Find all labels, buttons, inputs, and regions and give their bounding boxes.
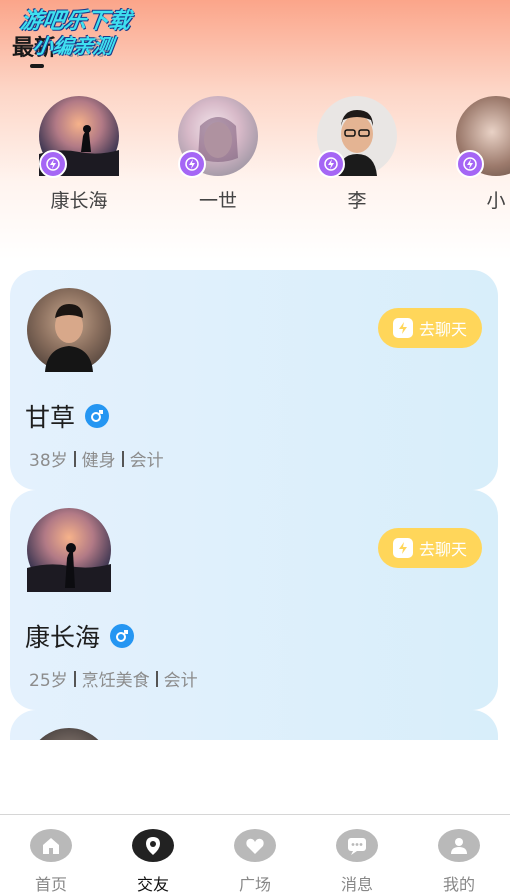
avatar xyxy=(178,96,258,178)
user-card[interactable] xyxy=(10,710,498,740)
recent-user[interactable]: 小 xyxy=(446,96,510,213)
avatar xyxy=(317,96,397,178)
chat-button-label: 去聊天 xyxy=(418,320,467,339)
card-tags: 25岁 烹饪美食 会计 xyxy=(29,666,198,691)
nav-friends[interactable]: 交友 xyxy=(102,815,204,895)
user-icon xyxy=(438,829,480,862)
recent-user-name: 一世 xyxy=(198,190,237,212)
location-pin-icon xyxy=(132,829,174,862)
card-user-name: 甘草 xyxy=(25,403,76,432)
chat-button-label: 去聊天 xyxy=(418,540,467,559)
divider xyxy=(155,670,158,687)
nav-label: 交友 xyxy=(136,875,169,894)
watermark-line1: 游吧乐下载 xyxy=(18,9,133,34)
chat-button[interactable]: 去聊天 xyxy=(378,528,482,568)
user-card[interactable]: 去聊天 康长海 25岁 烹饪美食 会计 xyxy=(10,490,498,710)
nav-square[interactable]: 广场 xyxy=(204,815,306,895)
card-tags: 38岁 健身 会计 xyxy=(29,446,164,471)
recent-users-row: 康长海 一世 李 小 xyxy=(0,96,510,226)
lightning-icon xyxy=(317,150,345,178)
age-tag: 25岁 xyxy=(29,671,68,691)
avatar xyxy=(27,288,111,372)
hobby-tag: 健身 xyxy=(81,451,116,471)
chat-button[interactable]: 去聊天 xyxy=(378,308,482,348)
watermark-logo: 游吧乐下载 小编亲测 xyxy=(14,9,154,68)
male-icon xyxy=(85,404,110,428)
divider xyxy=(121,450,124,467)
lightning-icon xyxy=(392,318,413,338)
male-icon xyxy=(110,624,135,648)
nav-home[interactable]: 首页 xyxy=(0,815,102,895)
nav-label: 消息 xyxy=(340,875,373,894)
watermark-line2: 小编亲测 xyxy=(31,34,115,58)
avatar xyxy=(27,508,111,592)
age-tag: 38岁 xyxy=(29,451,68,471)
avatar xyxy=(27,728,111,740)
recent-user-name: 康长海 xyxy=(50,190,108,212)
divider xyxy=(73,450,76,467)
recent-user[interactable]: 一世 xyxy=(168,96,268,213)
chat-bubble-icon xyxy=(336,829,378,862)
lightning-icon xyxy=(178,150,206,178)
job-tag: 会计 xyxy=(163,671,198,691)
user-card[interactable]: 去聊天 甘草 38岁 健身 会计 xyxy=(10,270,498,490)
lightning-icon xyxy=(456,150,484,178)
recent-user[interactable]: 李 xyxy=(307,96,407,213)
recent-user-name: 李 xyxy=(347,190,367,212)
divider xyxy=(73,670,76,687)
avatar xyxy=(456,96,510,178)
nav-label: 广场 xyxy=(238,875,271,894)
nav-messages[interactable]: 消息 xyxy=(306,815,408,895)
card-user-name-row: 康长海 xyxy=(25,618,135,654)
avatar xyxy=(39,96,119,178)
home-icon xyxy=(30,829,72,862)
recent-user[interactable]: 康长海 xyxy=(29,96,129,213)
lightning-icon xyxy=(39,150,67,178)
card-user-name: 康长海 xyxy=(25,623,101,652)
nav-profile[interactable]: 我的 xyxy=(408,815,510,895)
bottom-navigation: 首页 交友 广场 消息 我的 xyxy=(0,814,510,895)
lightning-icon xyxy=(392,538,413,558)
heart-icon xyxy=(234,829,276,862)
user-card-list: 去聊天 甘草 38岁 健身 会计 去聊天 康长海 25岁 烹饪美食 会计 xyxy=(10,270,498,740)
hobby-tag: 烹饪美食 xyxy=(81,671,150,691)
nav-label: 我的 xyxy=(442,875,475,894)
job-tag: 会计 xyxy=(129,451,164,471)
card-user-name-row: 甘草 xyxy=(25,398,110,434)
nav-label: 首页 xyxy=(34,875,67,894)
recent-user-name: 小 xyxy=(486,190,506,212)
